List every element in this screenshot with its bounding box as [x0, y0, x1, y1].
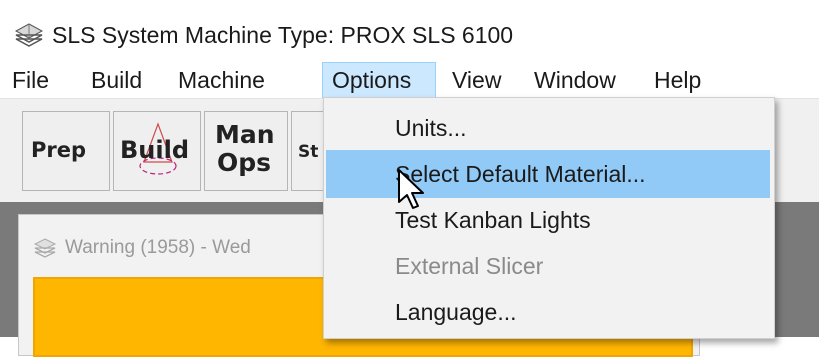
menu-file[interactable]: File [3, 62, 58, 98]
man-ops-label-line1: Man [215, 120, 275, 149]
menu-machine[interactable]: Machine [169, 62, 274, 98]
prep-button[interactable]: Prep [22, 111, 110, 191]
man-ops-label-line2: Ops [217, 148, 272, 177]
app-icon [14, 23, 44, 47]
menu-options[interactable]: Options [322, 62, 436, 98]
menu-item-language[interactable]: Language... [324, 288, 774, 336]
options-dropdown-menu: Units... Select Default Material... Test… [323, 97, 775, 339]
menu-build[interactable]: Build [82, 62, 151, 98]
title-bar: SLS System Machine Type: PROX SLS 6100 [0, 0, 819, 62]
window-title: SLS System Machine Type: PROX SLS 6100 [52, 22, 514, 48]
man-ops-button[interactable]: Man Ops [204, 111, 288, 191]
build-button-label: Build [120, 136, 190, 164]
menu-item-units[interactable]: Units... [324, 104, 774, 152]
menu-item-select-default-material[interactable]: Select Default Material... [326, 150, 770, 198]
menu-bar: File Build Machine Options View Window H… [0, 62, 819, 98]
mouse-cursor-icon [398, 169, 424, 209]
menu-item-test-kanban-lights[interactable]: Test Kanban Lights [324, 196, 774, 244]
menu-help[interactable]: Help [645, 62, 710, 98]
warning-window-title: Warning (1958) - Wed [65, 237, 251, 258]
menu-view[interactable]: View [443, 62, 510, 98]
menu-window[interactable]: Window [525, 62, 625, 98]
st-button-label: St [298, 142, 319, 162]
menu-item-external-slicer: External Slicer [395, 253, 544, 279]
warning-window-icon [33, 238, 57, 258]
prep-button-label: Prep [31, 138, 87, 162]
build-button[interactable]: Build [113, 111, 201, 191]
